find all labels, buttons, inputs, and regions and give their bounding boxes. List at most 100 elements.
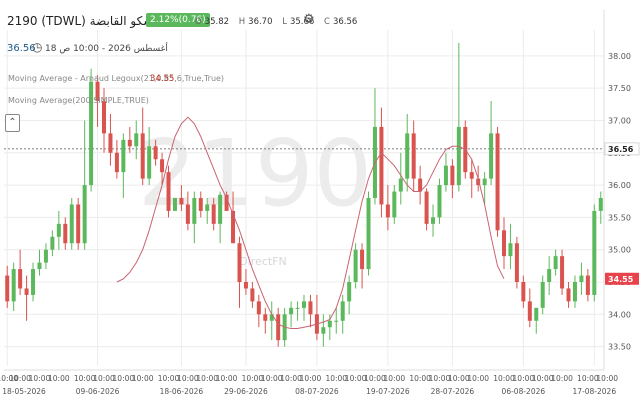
candle-down xyxy=(411,133,416,179)
candle-up xyxy=(11,269,16,302)
watermark-brand: DirectFN xyxy=(239,255,287,268)
candle-up xyxy=(82,185,87,244)
candle-down xyxy=(379,126,384,205)
candle-down xyxy=(495,133,500,231)
y-tick-label: 34.00 xyxy=(608,310,631,319)
candle-down xyxy=(108,133,113,153)
candle-up xyxy=(572,282,577,302)
price-chart[interactable]: 2190DirectFN33.5034.0034.5035.0035.5036.… xyxy=(0,0,640,400)
watermark-symbol: 2190 xyxy=(138,120,372,227)
candle-up xyxy=(456,126,461,186)
candle-up xyxy=(547,269,552,282)
ma-price-label: 34.55 xyxy=(608,275,634,284)
candle-up xyxy=(540,282,545,308)
candle-down xyxy=(276,314,281,341)
x-date-label: 18-05-2026 xyxy=(2,387,46,396)
x-date-label: 09-06-2026 xyxy=(76,387,120,396)
candle-down xyxy=(160,159,165,173)
candle-up xyxy=(218,194,223,224)
candle-down xyxy=(231,210,236,244)
x-tick-label: 10:00 xyxy=(467,374,489,383)
instrument-title: 2190 (TDWL) سيسكو القابضة xyxy=(7,14,168,28)
y-tick-label: 36.00 xyxy=(608,181,631,190)
candle-down xyxy=(469,172,474,179)
candle-up xyxy=(31,269,36,295)
candle-down xyxy=(153,146,158,160)
candle-down xyxy=(114,152,119,173)
candle-up xyxy=(192,198,197,224)
candle-down xyxy=(102,101,106,134)
x-date-label: 08-07-2026 xyxy=(295,387,339,396)
x-tick-label: 10:00 xyxy=(216,374,238,383)
candle-up xyxy=(579,275,584,282)
candle-down xyxy=(424,191,429,224)
candle-up xyxy=(50,236,55,250)
candle-down xyxy=(127,139,132,147)
candle-up xyxy=(147,146,152,179)
indicator-alma-value: 34.55 xyxy=(150,74,175,84)
x-date-label: 29-06-2026 xyxy=(224,387,268,396)
y-tick-label: 35.50 xyxy=(608,213,631,222)
candle-down xyxy=(566,288,571,302)
x-tick-label: 10:00 xyxy=(132,374,154,383)
candle-up xyxy=(43,249,48,263)
candle-up xyxy=(443,165,448,186)
candle-up xyxy=(334,320,339,322)
candle-down xyxy=(211,204,216,224)
candle-down xyxy=(179,198,184,205)
candle-up xyxy=(69,204,74,244)
candle-down xyxy=(250,288,255,302)
low-label: L xyxy=(282,17,287,27)
candle-down xyxy=(514,243,519,282)
chevron-up-icon[interactable]: ⌃ xyxy=(5,114,20,132)
timestamp: 18 أغسطس 2026 - 10:00 ص xyxy=(45,44,168,54)
indicator-alma-label[interactable]: Moving Average - Arnaud Legoux(21,0.85,6… xyxy=(8,74,224,83)
candle-up xyxy=(289,307,294,315)
candle-down xyxy=(237,243,242,282)
ohlc-readout: O 35.82 H 36.70 L 35.66 C 36.56 xyxy=(195,17,364,27)
open-label: O xyxy=(195,17,202,27)
candle-down xyxy=(256,301,261,315)
candle-up xyxy=(405,133,410,179)
y-tick-label: 37.00 xyxy=(608,116,631,125)
candle-up xyxy=(489,133,494,179)
candle-up xyxy=(482,178,487,186)
candle-down xyxy=(198,198,203,211)
y-tick-label: 38.00 xyxy=(608,52,631,61)
candle-down xyxy=(360,249,365,270)
y-tick-label: 37.50 xyxy=(608,84,631,93)
candle-up xyxy=(347,282,352,302)
x-date-label: 06-08-2026 xyxy=(502,387,546,396)
x-tick-label: 10:00 xyxy=(384,374,406,383)
x-date-label: 28-07-2026 xyxy=(431,387,475,396)
candle-up xyxy=(592,210,597,295)
candle-down xyxy=(521,282,526,302)
candle-up xyxy=(353,249,358,282)
candle-up xyxy=(205,204,210,211)
candle-down xyxy=(450,165,455,186)
candle-up xyxy=(534,307,539,321)
candle-up xyxy=(37,262,42,270)
candle-up xyxy=(172,198,177,211)
candle-up xyxy=(508,243,513,257)
high-value: 36.70 xyxy=(248,17,273,27)
clock-icon: ◷ xyxy=(32,40,43,54)
candle-down xyxy=(308,301,313,315)
candle-up xyxy=(398,178,403,192)
y-tick-label: 33.50 xyxy=(608,343,631,352)
x-tick-label: 10:00 xyxy=(596,374,618,383)
candle-down xyxy=(24,288,29,295)
candle-up xyxy=(134,133,139,147)
candle-up xyxy=(302,301,306,308)
x-tick-label: 10:00 xyxy=(300,374,322,383)
indicator-sma-label[interactable]: Moving Average(200,SIMPLE,TRUE) xyxy=(8,96,149,105)
close-label: C xyxy=(324,17,330,27)
last-price-label: 36.56 xyxy=(608,145,634,154)
candle-up xyxy=(295,307,300,309)
candle-down xyxy=(185,204,190,224)
candle-down xyxy=(140,133,145,179)
gear-icon[interactable]: ⚙ xyxy=(303,12,315,27)
candle-down xyxy=(385,204,390,218)
candle-up xyxy=(366,198,371,270)
x-date-label: 18-06-2026 xyxy=(160,387,204,396)
